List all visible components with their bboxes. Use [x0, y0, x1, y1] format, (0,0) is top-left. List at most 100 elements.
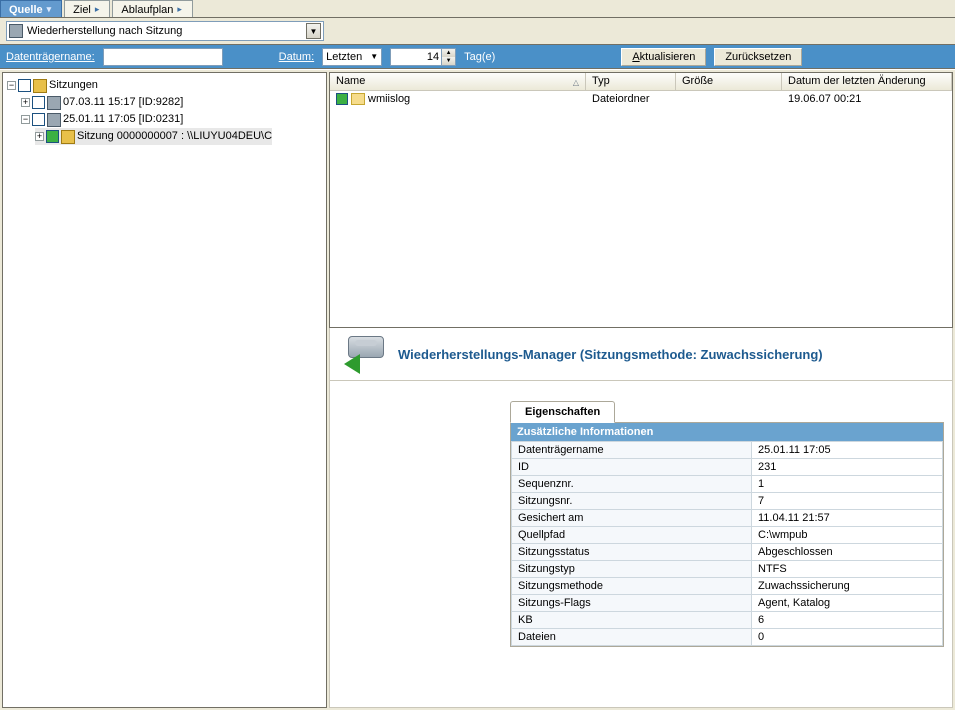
checkbox-checked[interactable]	[46, 130, 59, 143]
medianame-input[interactable]	[103, 48, 223, 66]
property-value: NTFS	[752, 561, 943, 578]
tree-node-selected[interactable]: + Sitzung 0000000007 : \\LIUYU04DEU\C	[35, 128, 272, 145]
col-type[interactable]: Typ	[586, 73, 676, 90]
restore-manager-icon	[344, 336, 388, 372]
dropdown-toggle-icon[interactable]: ▼	[306, 23, 321, 39]
update-button[interactable]: Aktualisieren	[621, 48, 706, 66]
session-tree[interactable]: − Sitzungen + 07.03.11 15:17 [ID:9282]	[2, 72, 327, 708]
restore-mode-dropdown[interactable]: Wiederherstellung nach Sitzung ▼	[6, 21, 324, 41]
tree-label: Sitzungen	[49, 77, 98, 94]
property-row: Sitzungs-FlagsAgent, Katalog	[512, 595, 943, 612]
expand-icon[interactable]: +	[35, 132, 44, 141]
property-key: ID	[512, 459, 752, 476]
collapse-icon[interactable]: −	[21, 115, 30, 124]
property-key: Quellpfad	[512, 527, 752, 544]
tree-node[interactable]: − 25.01.11 17:05 [ID:0231]	[21, 111, 183, 128]
folder-icon	[351, 93, 365, 105]
tree-root[interactable]: − Sitzungen	[7, 77, 98, 94]
datum-select[interactable]: Letzten ▼	[322, 48, 382, 66]
property-value: 7	[752, 493, 943, 510]
property-row: Dateien0	[512, 629, 943, 646]
property-value: Agent, Katalog	[752, 595, 943, 612]
property-value: 25.01.11 17:05	[752, 442, 943, 459]
list-row[interactable]: wmiislog Dateiordner 19.06.07 00:21	[330, 91, 952, 107]
property-key: Sitzungstyp	[512, 561, 752, 578]
tab-label: Ablaufplan	[121, 4, 173, 16]
restore-mode-label: Wiederherstellung nach Sitzung	[27, 25, 182, 37]
tree-label: 25.01.11 17:05 [ID:0231]	[63, 111, 183, 128]
property-key: Sitzungs-Flags	[512, 595, 752, 612]
property-value: 231	[752, 459, 943, 476]
properties-section-header: Zusätzliche Informationen	[511, 423, 943, 441]
checkbox[interactable]	[32, 113, 45, 126]
days-spinner[interactable]: ▲ ▼	[390, 48, 456, 66]
property-value: 1	[752, 476, 943, 493]
filter-bar: Datenträgername: Datum: Letzten ▼ ▲ ▼ Ta…	[0, 45, 955, 69]
property-row: SitzungsstatusAbgeschlossen	[512, 544, 943, 561]
property-key: KB	[512, 612, 752, 629]
property-key: Sitzungsstatus	[512, 544, 752, 561]
col-name[interactable]: Name △	[330, 73, 586, 90]
spinner-down-icon[interactable]: ▼	[441, 57, 455, 65]
property-row: SitzungsmethodeZuwachssicherung	[512, 578, 943, 595]
property-key: Dateien	[512, 629, 752, 646]
property-row: Sitzungsnr.7	[512, 493, 943, 510]
property-row: Sequenznr.1	[512, 476, 943, 493]
manager-header: Wiederherstellungs-Manager (Sitzungsmeth…	[329, 328, 953, 381]
expand-icon[interactable]: +	[21, 98, 30, 107]
tab-quelle[interactable]: Quelle ▾	[0, 0, 62, 17]
col-size[interactable]: Größe	[676, 73, 782, 90]
checkbox[interactable]	[32, 96, 45, 109]
main-tabs: Quelle ▾ Ziel ▸ Ablaufplan ▸	[0, 0, 955, 18]
properties-box: Zusätzliche Informationen Datenträgernam…	[510, 422, 944, 647]
datum-value: Letzten	[326, 51, 362, 63]
sessions-icon	[33, 79, 47, 93]
property-row: QuellpfadC:\wmpub	[512, 527, 943, 544]
property-value: Zuwachssicherung	[752, 578, 943, 595]
col-date[interactable]: Datum der letzten Änderung	[782, 73, 952, 90]
properties-area: Eigenschaften Zusätzliche Informationen …	[329, 381, 953, 708]
restore-mode-row: Wiederherstellung nach Sitzung ▼	[0, 18, 955, 45]
properties-table: Datenträgername25.01.11 17:05ID231Sequen…	[511, 441, 943, 646]
property-value: C:\wmpub	[752, 527, 943, 544]
tab-ablaufplan[interactable]: Ablaufplan ▸	[112, 0, 193, 17]
checkbox-checked[interactable]	[336, 93, 348, 105]
property-key: Sitzungsmethode	[512, 578, 752, 595]
property-row: Datenträgername25.01.11 17:05	[512, 442, 943, 459]
tab-label: Quelle	[9, 4, 43, 16]
file-size	[676, 92, 782, 106]
property-row: Gesichert am11.04.11 21:57	[512, 510, 943, 527]
chevron-down-icon: ▼	[370, 52, 378, 61]
tree-label: 07.03.11 15:17 [ID:9282]	[63, 94, 183, 111]
file-type: Dateiordner	[586, 92, 676, 106]
tree-label: Sitzung 0000000007 : \\LIUYU04DEU\C	[77, 128, 272, 145]
manager-title: Wiederherstellungs-Manager (Sitzungsmeth…	[398, 347, 823, 362]
spinner-up-icon[interactable]: ▲	[441, 49, 455, 57]
property-row: KB6	[512, 612, 943, 629]
chevron-down-icon: ▾	[47, 4, 52, 15]
days-input[interactable]	[391, 49, 441, 65]
tab-eigenschaften[interactable]: Eigenschaften	[510, 401, 615, 423]
property-value: 6	[752, 612, 943, 629]
file-list-header: Name △ Typ Größe Datum der letzten Änder…	[330, 73, 952, 91]
collapse-icon[interactable]: −	[7, 81, 16, 90]
property-key: Sequenznr.	[512, 476, 752, 493]
property-key: Gesichert am	[512, 510, 752, 527]
property-row: ID231	[512, 459, 943, 476]
tape-icon	[9, 24, 23, 38]
tree-node[interactable]: + 07.03.11 15:17 [ID:9282]	[21, 94, 183, 111]
tab-label: Ziel	[73, 4, 91, 16]
reset-button[interactable]: Zurücksetzen	[714, 48, 802, 66]
checkbox[interactable]	[18, 79, 31, 92]
property-key: Datenträgername	[512, 442, 752, 459]
file-name: wmiislog	[368, 93, 410, 105]
tape-icon	[47, 96, 61, 110]
property-row: SitzungstypNTFS	[512, 561, 943, 578]
medianame-label: Datenträgername:	[6, 51, 95, 63]
days-suffix: Tag(e)	[464, 51, 495, 63]
session-icon	[61, 130, 75, 144]
chevron-right-icon: ▸	[95, 4, 100, 15]
file-list: Name △ Typ Größe Datum der letzten Änder…	[329, 72, 953, 328]
file-date: 19.06.07 00:21	[782, 92, 952, 106]
tab-ziel[interactable]: Ziel ▸	[64, 0, 110, 17]
